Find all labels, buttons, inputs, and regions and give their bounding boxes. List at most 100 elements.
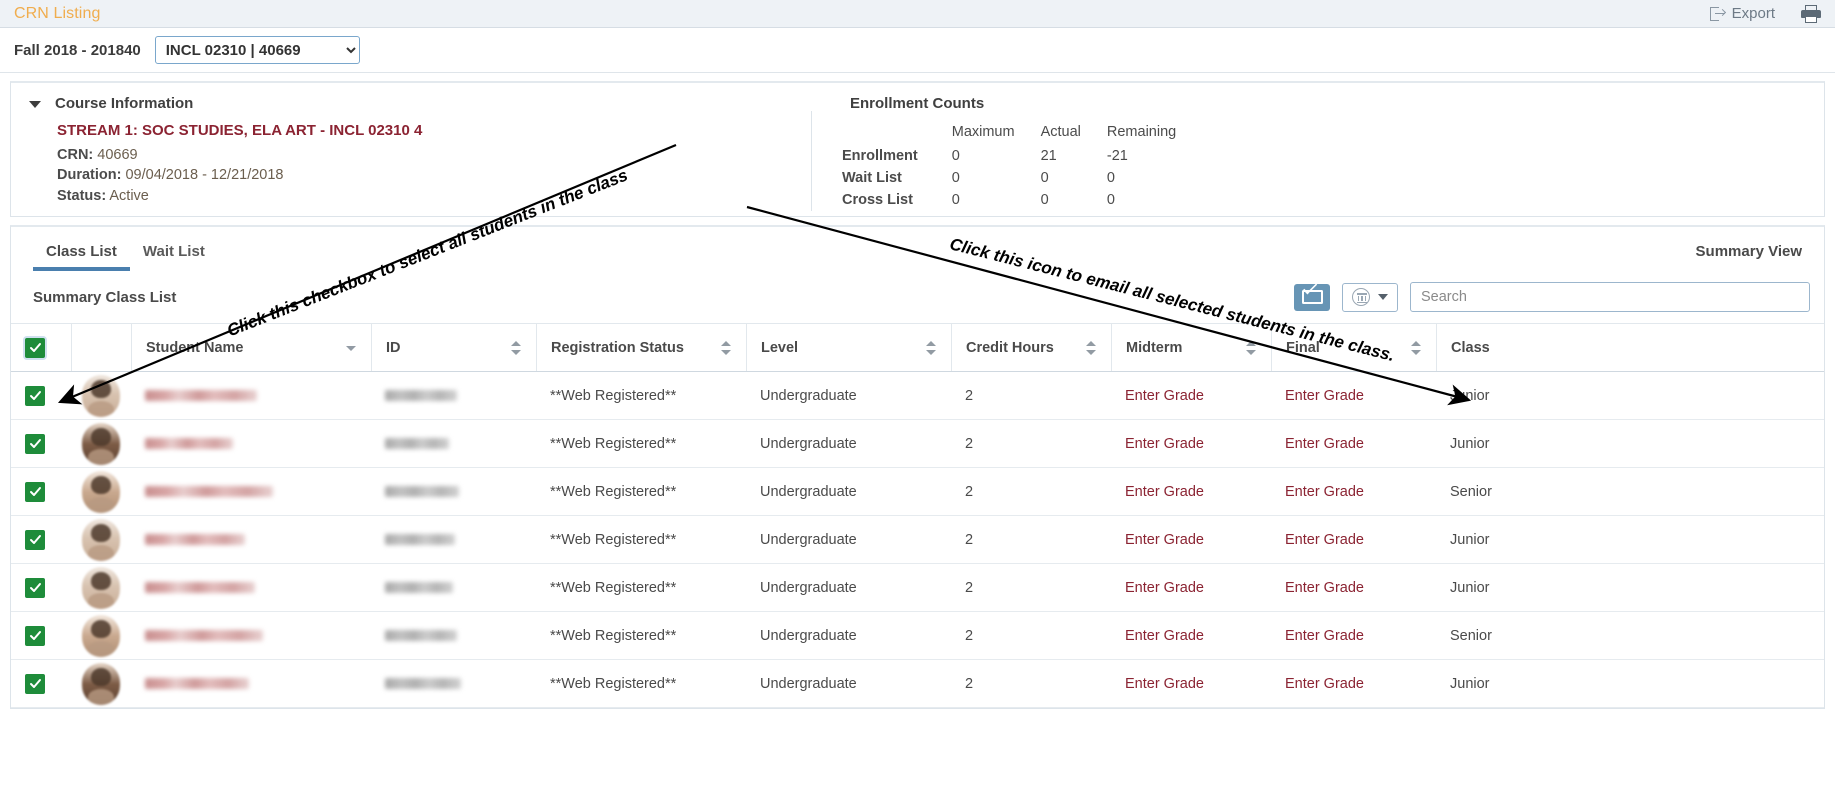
app-header: CRN Listing Export (0, 0, 1835, 28)
final-cell[interactable]: Enter Grade (1271, 564, 1436, 611)
header-class[interactable]: Class (1436, 324, 1596, 371)
tab-wait-list[interactable]: Wait List (130, 243, 218, 271)
midterm-cell[interactable]: Enter Grade (1111, 612, 1271, 659)
printer-icon[interactable] (1801, 4, 1821, 23)
enrollment-actual: 21 (1040, 148, 1057, 164)
student-name-redacted (145, 486, 273, 497)
avatar-cell (71, 660, 131, 707)
row-checkbox[interactable] (25, 577, 45, 598)
duration-line: Duration: 09/04/2018 - 12/21/2018 (57, 165, 811, 186)
credit-hours-cell: 2 (965, 627, 974, 644)
final-cell[interactable]: Enter Grade (1271, 468, 1436, 515)
sort-icon-registration-status[interactable] (720, 340, 732, 356)
credit-hours-cell: 2 (965, 531, 974, 548)
header-student-name[interactable]: Student Name (131, 324, 371, 371)
table-row[interactable]: **Web Registered** Undergraduate 2 Enter Gr… (11, 372, 1824, 420)
midterm-enter-grade-link[interactable]: Enter Grade (1125, 484, 1204, 500)
student-name-redacted (145, 390, 257, 401)
final-cell[interactable]: Enter Grade (1271, 516, 1436, 563)
row-checkbox[interactable] (25, 625, 45, 646)
table-row[interactable]: **Web Registered** Undergraduate 2 Enter Gr… (11, 564, 1824, 612)
registration-status-cell: **Web Registered** (550, 483, 677, 500)
email-students-button[interactable] (1294, 280, 1330, 311)
sort-icon-level[interactable] (925, 340, 937, 356)
course-information-panel: Course Information STREAM 1: SOC STUDIES… (10, 81, 1825, 217)
table-row[interactable]: **Web Registered** Undergraduate 2 Enter Gr… (11, 468, 1824, 516)
midterm-enter-grade-link[interactable]: Enter Grade (1125, 676, 1204, 692)
tab-class-list[interactable]: Class List (33, 243, 130, 271)
export-button[interactable]: Export (1709, 5, 1775, 22)
column-settings-dropdown[interactable] (1342, 282, 1398, 312)
duration-label: Duration: (57, 167, 122, 183)
midterm-enter-grade-link[interactable]: Enter Grade (1125, 388, 1204, 404)
final-enter-grade-link[interactable]: Enter Grade (1285, 436, 1364, 452)
crn-select[interactable]: INCL 02310 | 40669 (154, 36, 360, 64)
duration-value: 09/04/2018 - 12/21/2018 (125, 167, 284, 183)
header-level[interactable]: Level (746, 324, 951, 371)
final-cell[interactable]: Enter Grade (1271, 612, 1436, 659)
avatar-cell (71, 468, 131, 515)
enrollment-remaining: -21 (1106, 148, 1128, 164)
sort-icon-midterm[interactable] (1245, 340, 1257, 356)
select-all-checkbox[interactable] (25, 337, 45, 358)
sort-icon-student-name[interactable] (345, 340, 357, 356)
avatar-cell (71, 516, 131, 563)
sort-icon-id[interactable] (510, 340, 522, 356)
header-midterm[interactable]: Midterm (1111, 324, 1271, 371)
sort-icon-credit-hours[interactable] (1085, 340, 1097, 356)
midterm-cell[interactable]: Enter Grade (1111, 516, 1271, 563)
row-checkbox[interactable] (25, 529, 45, 550)
final-enter-grade-link[interactable]: Enter Grade (1285, 676, 1364, 692)
header-credit-hours[interactable]: Credit Hours (951, 324, 1111, 371)
enrollment-row-label: Enrollment (842, 148, 918, 164)
student-id-cell (371, 468, 536, 515)
enrollment-col-remaining: Remaining (1106, 124, 1177, 140)
final-cell[interactable]: Enter Grade (1271, 420, 1436, 467)
header-final[interactable]: Final (1271, 324, 1436, 371)
midterm-cell[interactable]: Enter Grade (1111, 564, 1271, 611)
row-checkbox[interactable] (25, 433, 45, 454)
page-title: CRN Listing (14, 4, 101, 22)
student-id-cell (371, 372, 536, 419)
student-name-cell (131, 372, 371, 419)
course-title: STREAM 1: SOC STUDIES, ELA ART - INCL 02… (57, 122, 423, 139)
final-cell[interactable]: Enter Grade (1271, 660, 1436, 707)
table-row[interactable]: **Web Registered** Undergraduate 2 Enter Gr… (11, 612, 1824, 660)
row-select-cell (11, 660, 71, 707)
midterm-cell[interactable]: Enter Grade (1111, 660, 1271, 707)
final-enter-grade-link[interactable]: Enter Grade (1285, 628, 1364, 644)
midterm-enter-grade-link[interactable]: Enter Grade (1125, 532, 1204, 548)
header-id[interactable]: ID (371, 324, 536, 371)
row-checkbox[interactable] (25, 673, 45, 694)
row-checkbox[interactable] (25, 385, 45, 406)
course-information-header[interactable]: Course Information (29, 95, 811, 112)
summary-view-label[interactable]: Summary View (1696, 243, 1802, 271)
final-enter-grade-link[interactable]: Enter Grade (1285, 580, 1364, 596)
sort-icon-final[interactable] (1410, 340, 1422, 356)
row-checkbox[interactable] (25, 481, 45, 502)
search-input[interactable] (1410, 282, 1810, 312)
midterm-enter-grade-link[interactable]: Enter Grade (1125, 580, 1204, 596)
table-body: **Web Registered** Undergraduate 2 Enter Gr… (11, 372, 1824, 708)
crosslist-remaining: 0 (1106, 192, 1115, 208)
midterm-cell[interactable]: Enter Grade (1111, 468, 1271, 515)
avatar-cell (71, 612, 131, 659)
midterm-cell[interactable]: Enter Grade (1111, 372, 1271, 419)
level-cell: Undergraduate (760, 531, 857, 548)
midterm-enter-grade-link[interactable]: Enter Grade (1125, 628, 1204, 644)
final-enter-grade-link[interactable]: Enter Grade (1285, 532, 1364, 548)
tab-bar: Class List Wait List Summary View (11, 227, 1824, 271)
midterm-cell[interactable]: Enter Grade (1111, 420, 1271, 467)
table-row[interactable]: **Web Registered** Undergraduate 2 Enter Gr… (11, 516, 1824, 564)
header-registration-status[interactable]: Registration Status (536, 324, 746, 371)
midterm-enter-grade-link[interactable]: Enter Grade (1125, 436, 1204, 452)
final-enter-grade-link[interactable]: Enter Grade (1285, 388, 1364, 404)
avatar (82, 422, 120, 465)
table-row[interactable]: **Web Registered** Undergraduate 2 Enter Gr… (11, 660, 1824, 708)
chevron-down-icon[interactable] (29, 101, 41, 108)
final-enter-grade-link[interactable]: Enter Grade (1285, 484, 1364, 500)
enrollment-col-actual: Actual (1040, 124, 1081, 140)
table-row[interactable]: **Web Registered** Undergraduate 2 Enter Gr… (11, 420, 1824, 468)
final-cell[interactable]: Enter Grade (1271, 372, 1436, 419)
header-id-label: ID (386, 339, 401, 356)
